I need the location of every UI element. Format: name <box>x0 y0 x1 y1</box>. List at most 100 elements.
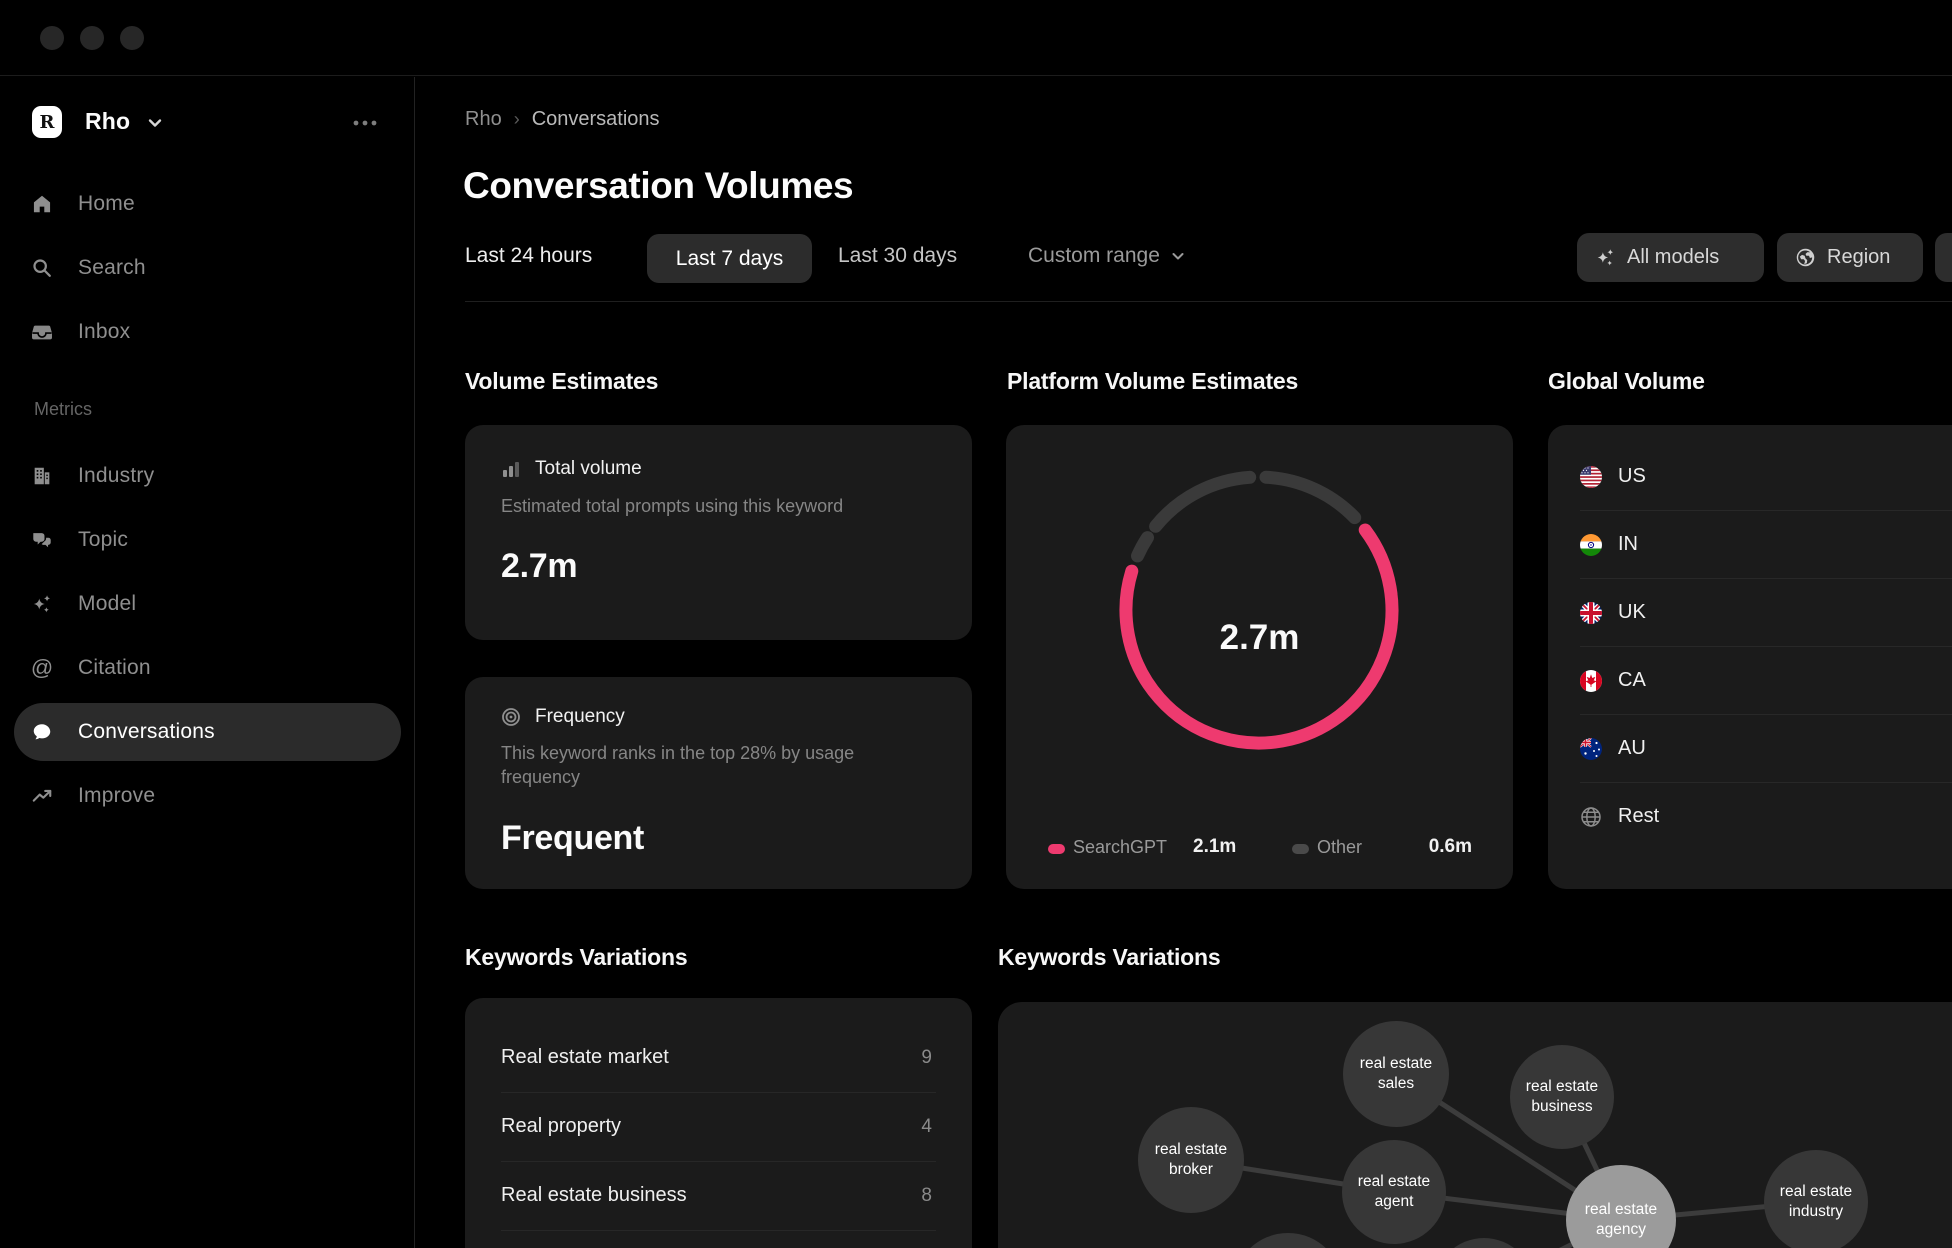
keyword-row[interactable]: Real estate market 9 <box>465 1024 972 1093</box>
chevron-down-icon <box>146 114 164 137</box>
sidebar-item-home[interactable]: Home <box>14 175 401 233</box>
workspace-switcher[interactable]: R Rho <box>0 106 414 150</box>
filter-last-24-hours[interactable]: Last 24 hours <box>465 244 592 268</box>
legend-dot-other <box>1292 844 1309 854</box>
window-title-bar <box>0 0 1952 76</box>
sidebar-item-topic[interactable]: Topic <box>14 511 401 569</box>
improve-trend-icon <box>30 784 54 808</box>
region-button[interactable]: Region <box>1777 233 1923 282</box>
sidebar-item-label: Conversations <box>78 720 215 744</box>
graph-node[interactable]: real estate industry <box>1764 1150 1868 1248</box>
graph-node[interactable]: real estate agent <box>1342 1140 1446 1244</box>
sidebar-section-label: Metrics <box>34 399 92 420</box>
keyword-count: 9 <box>921 1047 932 1069</box>
sidebar-item-label: Home <box>78 192 135 216</box>
sidebar-item-model[interactable]: Model <box>14 575 401 633</box>
ca-flag-icon <box>1580 670 1602 692</box>
workspace-name: Rho <box>85 108 130 135</box>
frequency-card: Frequency This keyword ranks in the top … <box>465 677 972 889</box>
donut-legend: SearchGPT 2.1m Other 0.6m <box>1006 834 1513 862</box>
all-models-label: All models <box>1627 246 1719 269</box>
sparkles-icon <box>1595 247 1616 268</box>
global-row-in: IN <box>1548 511 1952 579</box>
window-close-button[interactable] <box>40 26 64 50</box>
keywords-graph-card: real estate sales real estate business r… <box>998 1002 1952 1248</box>
sidebar-item-conversations[interactable]: Conversations <box>14 703 401 761</box>
workspace-logo: R <box>32 106 62 138</box>
all-models-button[interactable]: All models <box>1577 233 1764 282</box>
sidebar-item-search[interactable]: Search <box>14 239 401 297</box>
global-row-au: AU <box>1548 715 1952 783</box>
keyword-label: Real property <box>501 1115 621 1138</box>
global-volume-card: US IN UK CA AU Rest <box>1548 425 1952 889</box>
uk-flag-icon <box>1580 602 1602 624</box>
breadcrumb-current[interactable]: Conversations <box>532 108 660 131</box>
globe-icon <box>1795 247 1816 268</box>
sidebar-more-icon[interactable] <box>352 114 378 137</box>
page-title: Conversation Volumes <box>463 165 853 207</box>
keyword-count: 8 <box>921 1185 932 1207</box>
sidebar-item-improve[interactable]: Improve <box>14 767 401 825</box>
industry-building-icon <box>30 464 54 488</box>
legend-label: Other <box>1317 837 1362 858</box>
global-row-ca: CA <box>1548 647 1952 715</box>
model-sparkles-icon <box>30 592 54 616</box>
filter-last-30-days[interactable]: Last 30 days <box>838 244 957 268</box>
window-zoom-button[interactable] <box>120 26 144 50</box>
breadcrumb-root[interactable]: Rho <box>465 108 502 131</box>
donut-center-total: 2.7m <box>1006 618 1513 658</box>
graph-node[interactable]: real estate sales <box>1343 1021 1449 1127</box>
section-title-volume-estimates: Volume Estimates <box>465 368 658 395</box>
sidebar-item-citation[interactable]: @ Citation <box>14 639 401 697</box>
global-row-uk: UK <box>1548 579 1952 647</box>
sidebar: R Rho Home Search Inbox Metrics Industry <box>0 77 415 1248</box>
workspace-initial: R <box>40 112 55 133</box>
keyword-count: 4 <box>921 1116 932 1138</box>
sidebar-item-inbox[interactable]: Inbox <box>14 303 401 361</box>
legend-value: 0.6m <box>1429 836 1472 858</box>
graph-node[interactable]: real estate business <box>1510 1045 1614 1149</box>
custom-range-label: Custom range <box>1028 244 1160 268</box>
sidebar-item-label: Inbox <box>78 320 130 344</box>
sidebar-item-label: Search <box>78 256 146 280</box>
us-flag-icon <box>1580 466 1602 488</box>
window-minimize-button[interactable] <box>80 26 104 50</box>
country-code: CA <box>1618 669 1646 692</box>
citation-at-icon: @ <box>30 656 54 680</box>
card-description: This keyword ranks in the top 28% by usa… <box>501 741 901 790</box>
chevron-down-icon <box>1170 248 1186 264</box>
filter-custom-range[interactable]: Custom range <box>1028 244 1186 268</box>
country-code: IN <box>1618 533 1638 556</box>
section-title-platform-volume: Platform Volume Estimates <box>1007 368 1298 395</box>
total-volume-value: 2.7m <box>501 547 577 586</box>
legend-dot-searchgpt <box>1048 844 1065 854</box>
keyword-label: Real estate market <box>501 1046 669 1069</box>
section-title-global-volume: Global Volume <box>1548 368 1705 395</box>
keyword-row[interactable]: Real estate business 8 <box>465 1162 972 1231</box>
country-code: UK <box>1618 601 1646 624</box>
keyword-row[interactable]: Real property 4 <box>465 1093 972 1162</box>
sidebar-item-label: Topic <box>78 528 128 552</box>
breadcrumb: Rho › Conversations <box>465 108 660 131</box>
sidebar-item-label: Citation <box>78 656 151 680</box>
keywords-list-card: Real estate market 9 Real property 4 Rea… <box>465 998 972 1248</box>
frequency-value: Frequent <box>501 819 644 858</box>
sidebar-item-label: Model <box>78 592 136 616</box>
filter-last-7-days[interactable]: Last 7 days <box>647 234 812 283</box>
sidebar-item-label: Industry <box>78 464 154 488</box>
sidebar-item-industry[interactable]: Industry <box>14 447 401 505</box>
breadcrumb-separator-icon: › <box>514 109 520 130</box>
overflow-action-button[interactable] <box>1935 233 1952 282</box>
topic-bubbles-icon <box>30 528 54 552</box>
au-flag-icon <box>1580 738 1602 760</box>
inbox-icon <box>30 320 54 344</box>
graph-node[interactable]: real estate broker <box>1138 1107 1244 1213</box>
country-code: US <box>1618 465 1646 488</box>
globe-icon <box>1580 806 1602 828</box>
sidebar-item-label: Improve <box>78 784 155 808</box>
region-label: Region <box>1827 246 1890 269</box>
legend-value: 2.1m <box>1193 836 1236 858</box>
country-code: AU <box>1618 737 1646 760</box>
target-icon <box>501 707 521 727</box>
section-title-keywords-list: Keywords Variations <box>465 944 687 971</box>
